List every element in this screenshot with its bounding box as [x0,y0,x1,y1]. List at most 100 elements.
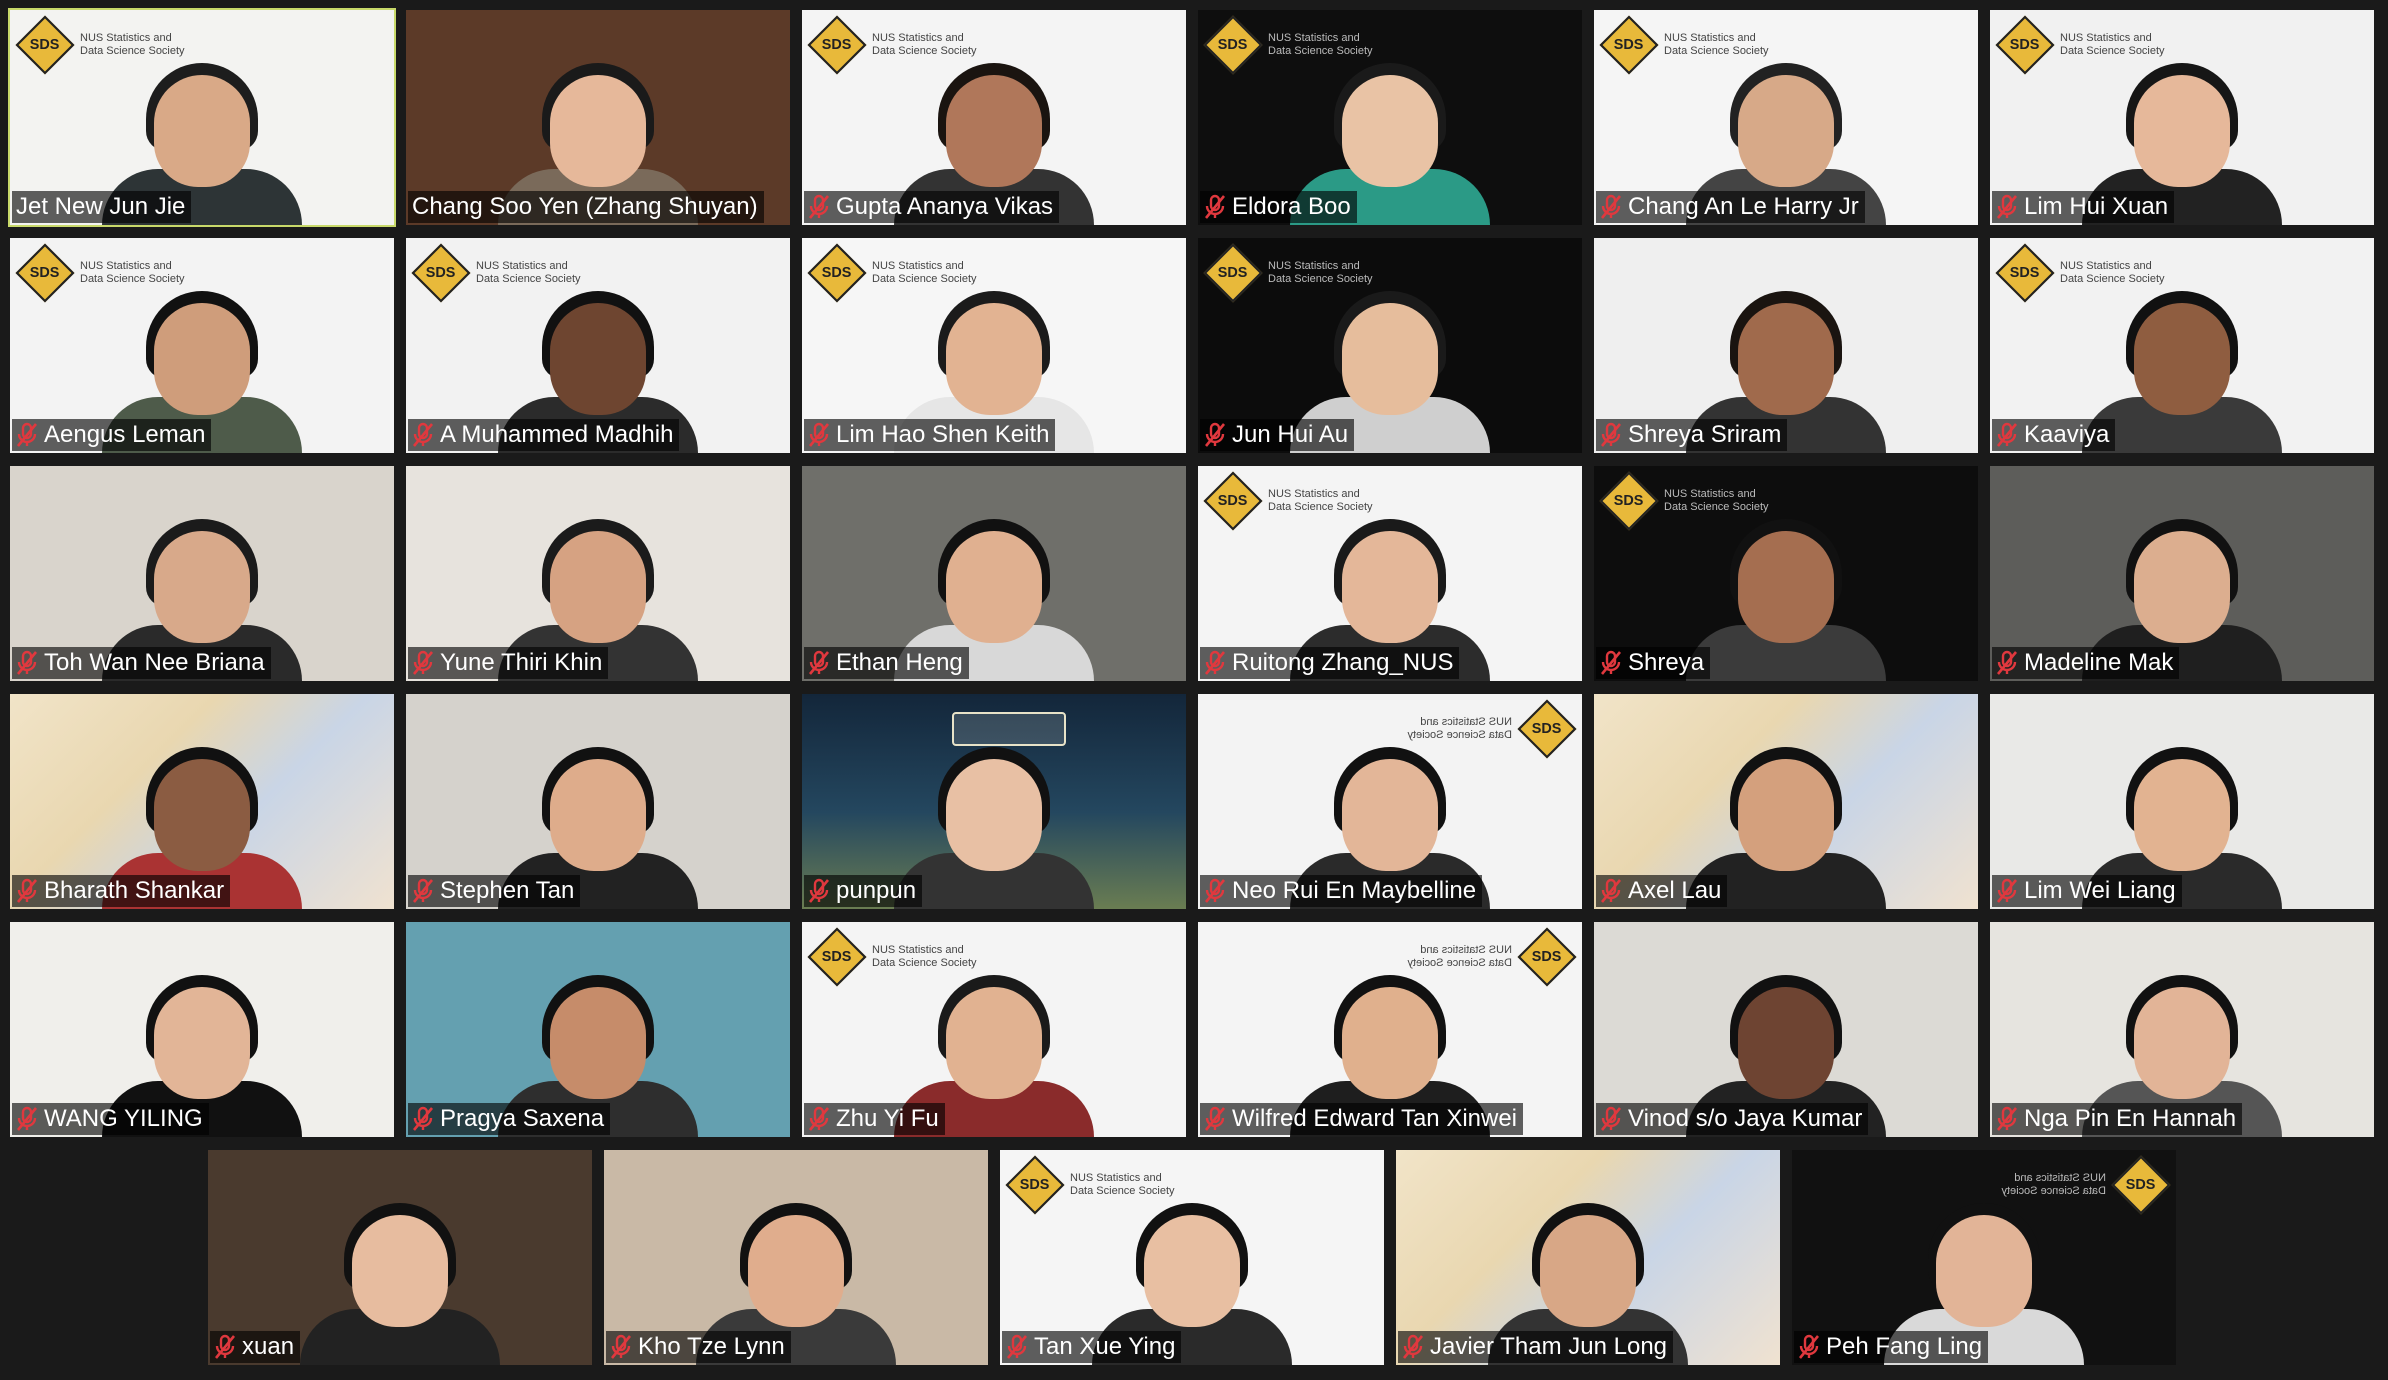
muted-microphone-icon [1204,194,1226,220]
society-logo: SDS NUS Statistics and Data Science Socie… [1203,471,1378,531]
participant-name-label: Tan Xue Ying [1002,1331,1182,1363]
muted-microphone-icon [1600,1106,1622,1132]
participant-tile[interactable]: xuan [208,1150,592,1365]
muted-microphone-icon [808,1106,830,1132]
participant-name: Stephen Tan [440,877,575,904]
muted-microphone-icon [16,422,38,448]
participant-name-label: Yune Thiri Khin [408,647,609,679]
participant-name-label: Ethan Heng [804,647,969,679]
participant-name: Eldora Boo [1232,193,1351,220]
muted-microphone-icon [808,422,830,448]
muted-microphone-icon [16,878,38,904]
participant-tile[interactable]: SDS NUS Statistics and Data Science Socie… [1792,1150,2176,1365]
participant-tile[interactable]: SDS NUS Statistics and Data Science Socie… [10,238,394,453]
participant-name-label: Jet New Jun Jie [12,191,192,223]
logo-text: NUS Statistics and Data Science Society [2060,32,2165,57]
participant-tile[interactable]: WANG YILING [10,922,394,1137]
participant-tile[interactable]: SDS NUS Statistics and Data Science Socie… [1990,238,2374,453]
society-logo: SDS NUS Statistics and Data Science Socie… [807,243,982,303]
participant-tile[interactable]: Madeline Mak [1990,466,2374,681]
participant-name: Pragya Saxena [440,1105,605,1132]
participant-tile[interactable]: SDS NUS Statistics and Data Science Socie… [8,8,396,227]
participant-name: Lim Hao Shen Keith [836,421,1050,448]
participant-name: Shreya [1628,649,1705,676]
participant-name-label: Nga Pin En Hannah [1992,1103,2243,1135]
participant-tile[interactable]: Toh Wan Nee Briana [10,466,394,681]
participant-name: Ethan Heng [836,649,963,676]
participant-tile[interactable]: SDS NUS Statistics and Data Science Socie… [1198,10,1582,225]
logo-text: NUS Statistics and Data Science Society [80,260,185,285]
participant-name: Kho Tze Lynn [638,1333,785,1360]
participant-tile[interactable]: SDS NUS Statistics and Data Science Socie… [406,238,790,453]
logo-text: NUS Statistics and Data Science Society [1268,488,1373,513]
logo-text: NUS Statistics and Data Science Society [80,32,185,57]
participant-name: Lim Hui Xuan [2024,193,2169,220]
participant-tile[interactable]: Lim Wei Liang [1990,694,2374,909]
participant-tile[interactable]: Nga Pin En Hannah [1990,922,2374,1137]
participant-tile[interactable]: SDS NUS Statistics and Data Science Socie… [802,238,1186,453]
participant-tile[interactable]: SDS NUS Statistics and Data Science Socie… [1198,238,1582,453]
muted-microphone-icon [412,1106,434,1132]
society-logo: SDS NUS Statistics and Data Science Socie… [15,243,190,303]
participant-tile[interactable]: SDS NUS Statistics and Data Science Socie… [1198,466,1582,681]
participant-name-label: Bharath Shankar [12,875,231,907]
cube-logo-icon: SDS [2111,1155,2171,1215]
muted-microphone-icon [1204,878,1226,904]
participant-name-label: Aengus Leman [12,419,212,451]
participant-tile[interactable]: SDS NUS Statistics and Data Science Socie… [802,10,1186,225]
participant-tile[interactable]: SDS NUS Statistics and Data Science Socie… [1198,922,1582,1137]
participant-name: Toh Wan Nee Briana [44,649,265,676]
participant-name: Shreya Sriram [1628,421,1782,448]
participant-name-label: Lim Wei Liang [1992,875,2182,907]
participant-tile[interactable]: SDS NUS Statistics and Data Science Socie… [1594,466,1978,681]
participant-tile[interactable]: Bharath Shankar [10,694,394,909]
participant-tile[interactable]: Chang Soo Yen (Zhang Shuyan) [406,10,790,225]
participant-tile[interactable]: SDS NUS Statistics and Data Science Socie… [1000,1150,1384,1365]
participant-name-label: Shreya Sriram [1596,419,1788,451]
participant-tile[interactable]: Axel Lau [1594,694,1978,909]
participant-tile[interactable]: Pragya Saxena [406,922,790,1137]
cube-logo-icon: SDS [15,15,75,75]
participant-tile[interactable]: Javier Tham Jun Long [1396,1150,1780,1365]
logo-text: NUS Statistics and Data Science Society [1664,488,1769,513]
participant-tile[interactable]: Stephen Tan [406,694,790,909]
participant-name-label: Gupta Ananya Vikas [804,191,1060,223]
muted-microphone-icon [808,878,830,904]
muted-microphone-icon [808,650,830,676]
muted-microphone-icon [1204,650,1226,676]
muted-microphone-icon [1006,1334,1028,1360]
muted-microphone-icon [1996,422,2018,448]
muted-microphone-icon [16,1106,38,1132]
participant-tile[interactable]: Kho Tze Lynn [604,1150,988,1365]
participant-name: Javier Tham Jun Long [1430,1333,1668,1360]
participant-tile[interactable]: punpun [802,694,1186,909]
society-logo: SDS NUS Statistics and Data Science Socie… [1005,1155,1180,1215]
participant-tile[interactable]: SDS NUS Statistics and Data Science Socie… [1594,10,1978,225]
participant-tile[interactable]: Shreya Sriram [1594,238,1978,453]
participant-tile[interactable]: Vinod s/o Jaya Kumar [1594,922,1978,1137]
muted-microphone-icon [1402,1334,1424,1360]
participant-tile[interactable]: Yune Thiri Khin [406,466,790,681]
participant-tile[interactable]: Ethan Heng [802,466,1186,681]
muted-microphone-icon [214,1334,236,1360]
logo-text: NUS Statistics and Data Science Society [2001,1172,2106,1197]
participant-name: Zhu Yi Fu [836,1105,939,1132]
muted-microphone-icon [1996,650,2018,676]
cube-logo-icon: SDS [411,243,471,303]
society-logo: SDS NUS Statistics and Data Science Socie… [1402,927,1577,987]
cube-logo-icon: SDS [1203,15,1263,75]
participant-name: Chang An Le Harry Jr [1628,193,1859,220]
participant-tile[interactable]: SDS NUS Statistics and Data Science Socie… [802,922,1186,1137]
muted-microphone-icon [1996,1106,2018,1132]
muted-microphone-icon [1996,878,2018,904]
muted-microphone-icon [1204,1106,1226,1132]
cube-logo-icon: SDS [1005,1155,1065,1215]
participant-name: Neo Rui En Maybelline [1232,877,1477,904]
participant-name-label: Zhu Yi Fu [804,1103,945,1135]
society-logo: SDS NUS Statistics and Data Science Socie… [1599,15,1774,75]
participant-tile[interactable]: SDS NUS Statistics and Data Science Socie… [1990,10,2374,225]
participant-tile[interactable]: SDS NUS Statistics and Data Science Socie… [1198,694,1582,909]
participant-name: Wilfred Edward Tan Xinwei [1232,1105,1518,1132]
participant-name: Tan Xue Ying [1034,1333,1176,1360]
muted-microphone-icon [808,194,830,220]
